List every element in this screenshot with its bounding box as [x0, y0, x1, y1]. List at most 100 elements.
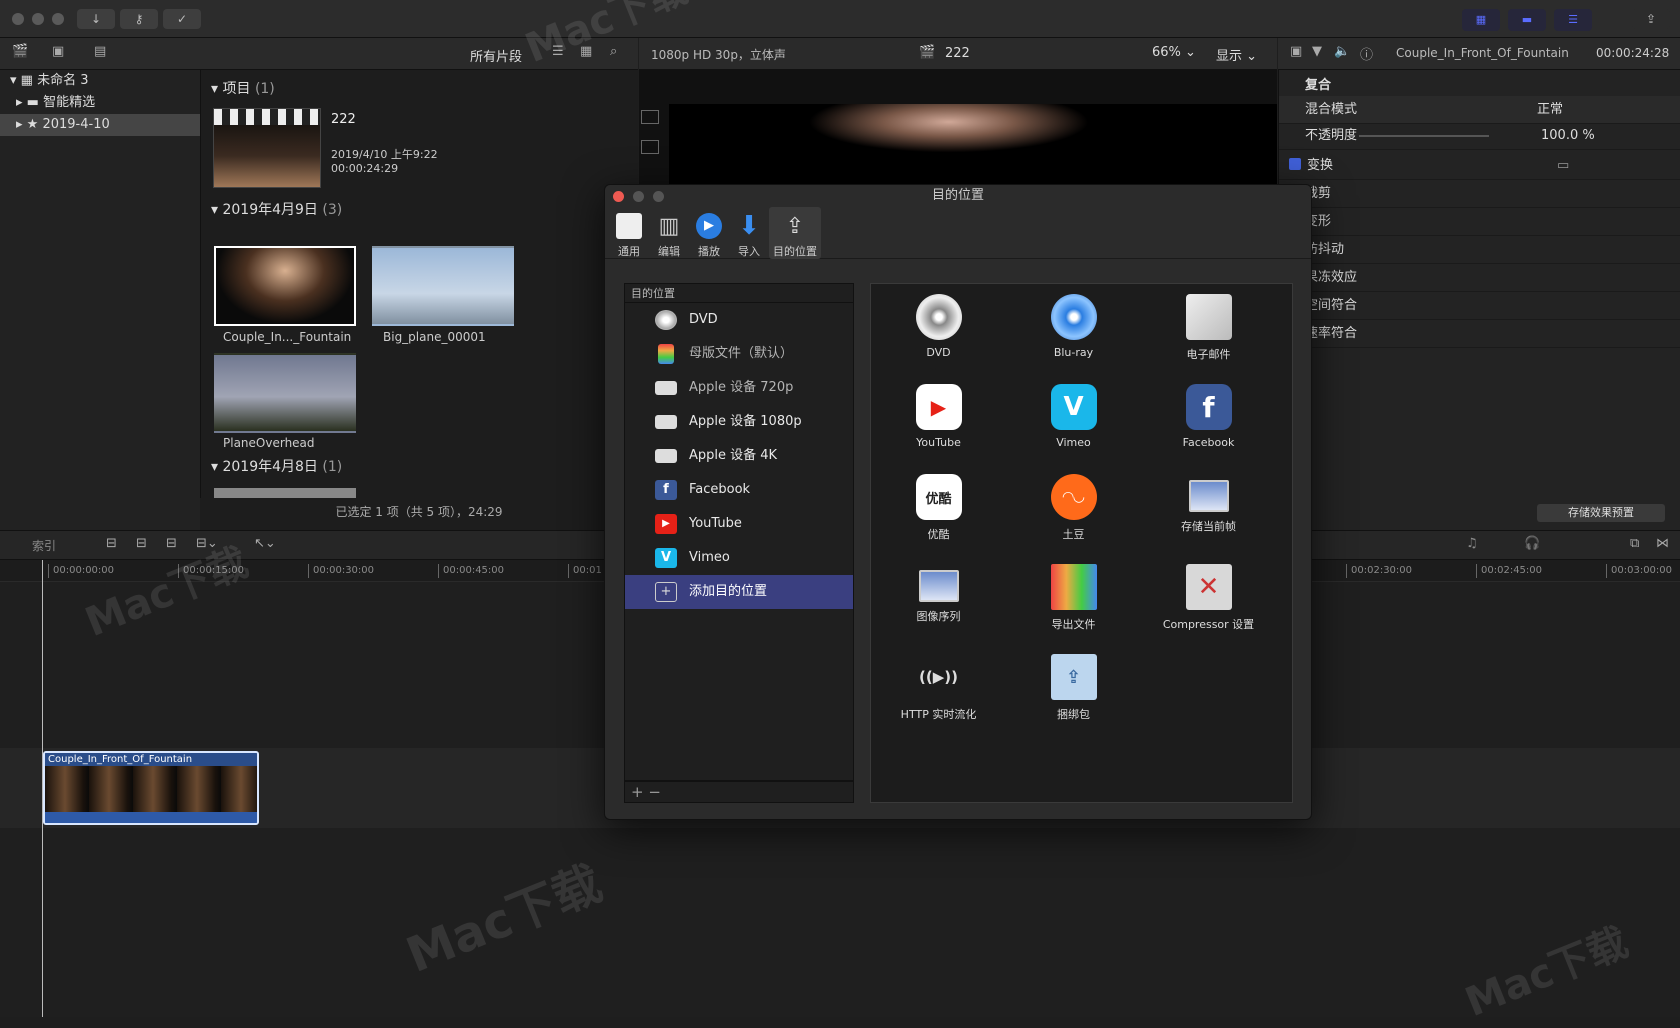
append-icon[interactable]: ⊟ [166, 536, 177, 551]
audio-inspector-icon[interactable]: 🔈 [1334, 44, 1350, 59]
list-item-add-destination[interactable]: + 添加目的位置 [625, 575, 853, 609]
list-item-master-file[interactable]: 母版文件（默认） [625, 337, 853, 371]
tab-general[interactable]: 通用 [609, 207, 649, 259]
list-add-remove-buttons[interactable]: + − [624, 781, 854, 803]
inspector-layout-icon[interactable]: ☰ [1554, 9, 1592, 31]
zoom-dropdown[interactable]: 66% ⌄ [1152, 45, 1196, 60]
select-tool-icon[interactable]: ↖⌄ [254, 536, 276, 551]
display-dropdown[interactable]: 显示 ⌄ [1216, 45, 1257, 64]
destination-youtube[interactable]: ▶ YouTube [871, 374, 1006, 464]
destination-email[interactable]: 电子邮件 [1141, 284, 1276, 374]
headphones-icon[interactable]: 🎧 [1524, 536, 1540, 551]
list-item-apple-720p[interactable]: Apple 设备 720p [625, 371, 853, 405]
smart-collections-item[interactable]: ▸ ▬ 智能精选 [0, 92, 200, 114]
library-item[interactable]: ▾ ▦ 未命名 3 [0, 70, 200, 92]
stabilization-row[interactable]: 防抖动 [1279, 236, 1680, 264]
youku-icon: 优酷 [915, 474, 962, 520]
save-effects-preset-button[interactable]: 存储效果预置 [1537, 504, 1665, 522]
library-sidebar: ▾ ▦ 未命名 3 ▸ ▬ 智能精选 ▸ ★ 2019-4-10 [0, 70, 200, 530]
inspector-header: ▣ ▼ 🔈 ⓘ Couple_In_Front_Of_Fountain 00:0… [1278, 38, 1680, 70]
clip-thumbnail[interactable] [214, 246, 356, 326]
timeline-clip[interactable]: Couple_In_Front_Of_Fountain [43, 751, 259, 825]
viewer-project-name: 222 [945, 46, 970, 61]
check-icon[interactable]: ✓ [163, 9, 201, 29]
group-header[interactable]: ▾ 项目 (1) [211, 78, 275, 98]
share-icon[interactable]: ⇪ [1632, 9, 1670, 29]
tab-destinations[interactable]: ⇪ 目的位置 [769, 207, 821, 259]
close-window-button[interactable] [12, 13, 24, 25]
destination-save-frame[interactable]: 存储当前帧 [1141, 464, 1276, 554]
audio-meter-icon[interactable]: ♫ [1466, 536, 1478, 551]
destination-facebook[interactable]: f Facebook [1141, 374, 1276, 464]
ruler-tick: 00:00:45:00 [438, 564, 504, 578]
appearance-icon[interactable]: ⧉ [1630, 536, 1639, 551]
clip-filter-dropdown[interactable]: 所有片段 [470, 46, 522, 65]
info-icon[interactable]: ⓘ [1360, 44, 1373, 63]
group-header[interactable]: ▾ 2019年4月8日 (1) [211, 456, 342, 476]
destination-image-sequence[interactable]: 图像序列 [871, 554, 1006, 644]
effects-browser-icon[interactable]: ⋈ [1656, 536, 1669, 551]
clip-thumbnail[interactable] [214, 353, 356, 433]
event-browser: ▾ 项目 (1) 222 2019/4/10 上午9:22 00:00:24:2… [200, 70, 639, 499]
spatial-conform-row[interactable]: 空间符合 [1279, 292, 1680, 320]
rolling-shutter-row[interactable]: 果冻效应 [1279, 264, 1680, 292]
filmstrip-hole [641, 140, 659, 154]
event-label: 2019-4-10 [42, 117, 110, 132]
event-item[interactable]: ▸ ★ 2019-4-10 [0, 114, 200, 136]
video-inspector-icon[interactable]: ▣ [1290, 44, 1302, 59]
destination-dvd[interactable]: DVD [871, 284, 1006, 374]
list-view-icon[interactable]: ☰ [552, 44, 564, 59]
opacity-row[interactable]: 不透明度 100.0 % [1279, 122, 1680, 150]
rate-conform-row[interactable]: 速率符合 [1279, 320, 1680, 348]
destination-vimeo[interactable]: V Vimeo [1006, 374, 1141, 464]
keyword-icon[interactable]: ⚷ [120, 9, 158, 29]
distort-row[interactable]: 变形 [1279, 208, 1680, 236]
list-item-facebook[interactable]: f Facebook [625, 473, 853, 507]
timeline-layout-icon[interactable]: ▬ [1508, 9, 1546, 31]
preferences-tabs: 通用 ▥ 编辑 ▶ 播放 ⬇ 导入 ⇪ 目的位置 [605, 207, 1311, 259]
destination-youku[interactable]: 优酷 优酷 [871, 464, 1006, 554]
transform-row[interactable]: 变换 ▭ [1279, 152, 1680, 180]
tab-playback[interactable]: ▶ 播放 [689, 207, 729, 259]
photos-icon[interactable]: ▣ [52, 44, 64, 59]
color-inspector-icon[interactable]: ▼ [1312, 44, 1322, 59]
destination-export-file[interactable]: 导出文件 [1006, 554, 1141, 644]
project-thumbnail[interactable] [213, 108, 321, 188]
destination-tudou[interactable]: ◠◡ 土豆 [1006, 464, 1141, 554]
browser-layout-icon[interactable]: ▦ [1462, 9, 1500, 31]
insert-icon[interactable]: ⊟ [136, 536, 147, 551]
tab-import[interactable]: ⬇ 导入 [729, 207, 769, 259]
list-item-vimeo[interactable]: V Vimeo [625, 541, 853, 575]
list-item-apple-4k[interactable]: Apple 设备 4K [625, 439, 853, 473]
destination-bluray[interactable]: Blu-ray [1006, 284, 1141, 374]
import-icon[interactable]: ↓ [77, 9, 115, 29]
minimize-window-button[interactable] [32, 13, 44, 25]
project-duration: 00:00:24:29 [331, 162, 399, 175]
tab-editing[interactable]: ▥ 编辑 [649, 207, 689, 259]
destination-http-live-streaming[interactable]: ((▶)) HTTP 实时流化 [871, 644, 1006, 734]
clip-thumbnail[interactable] [214, 488, 356, 498]
index-button[interactable]: 索引 [32, 537, 56, 554]
list-item-youtube[interactable]: ▶ YouTube [625, 507, 853, 541]
overwrite-icon[interactable]: ⊟⌄ [196, 536, 218, 551]
zoom-window-button[interactable] [52, 13, 64, 25]
filmstrip-icon[interactable]: ▦ [580, 44, 592, 59]
libraries-icon[interactable]: 🎬 [12, 44, 28, 59]
destination-compressor[interactable]: ✕ Compressor 设置 [1141, 554, 1276, 644]
streaming-icon: ((▶)) [919, 668, 958, 686]
group-header[interactable]: ▾ 2019年4月9日 (3) [211, 199, 342, 219]
blend-mode-row[interactable]: 混合模式 正常 [1279, 96, 1680, 124]
bluray-icon [1050, 294, 1097, 340]
destination-bundle[interactable]: ⇪ 捆绑包 [1006, 644, 1141, 734]
connect-icon[interactable]: ⊟ [106, 536, 117, 551]
share-icon: ⇪ [785, 213, 805, 239]
crop-row[interactable]: 裁剪 [1279, 180, 1680, 208]
apple-devices-icon [655, 449, 677, 463]
clip-thumbnail[interactable] [372, 246, 514, 326]
film-icon [658, 344, 674, 364]
list-item-apple-1080p[interactable]: Apple 设备 1080p [625, 405, 853, 439]
list-item-dvd[interactable]: DVD [625, 303, 853, 337]
search-icon[interactable]: ⌕ [610, 44, 617, 59]
titles-icon[interactable]: ▤ [94, 44, 106, 59]
ruler-tick: 00:02:30:00 [1346, 564, 1412, 578]
